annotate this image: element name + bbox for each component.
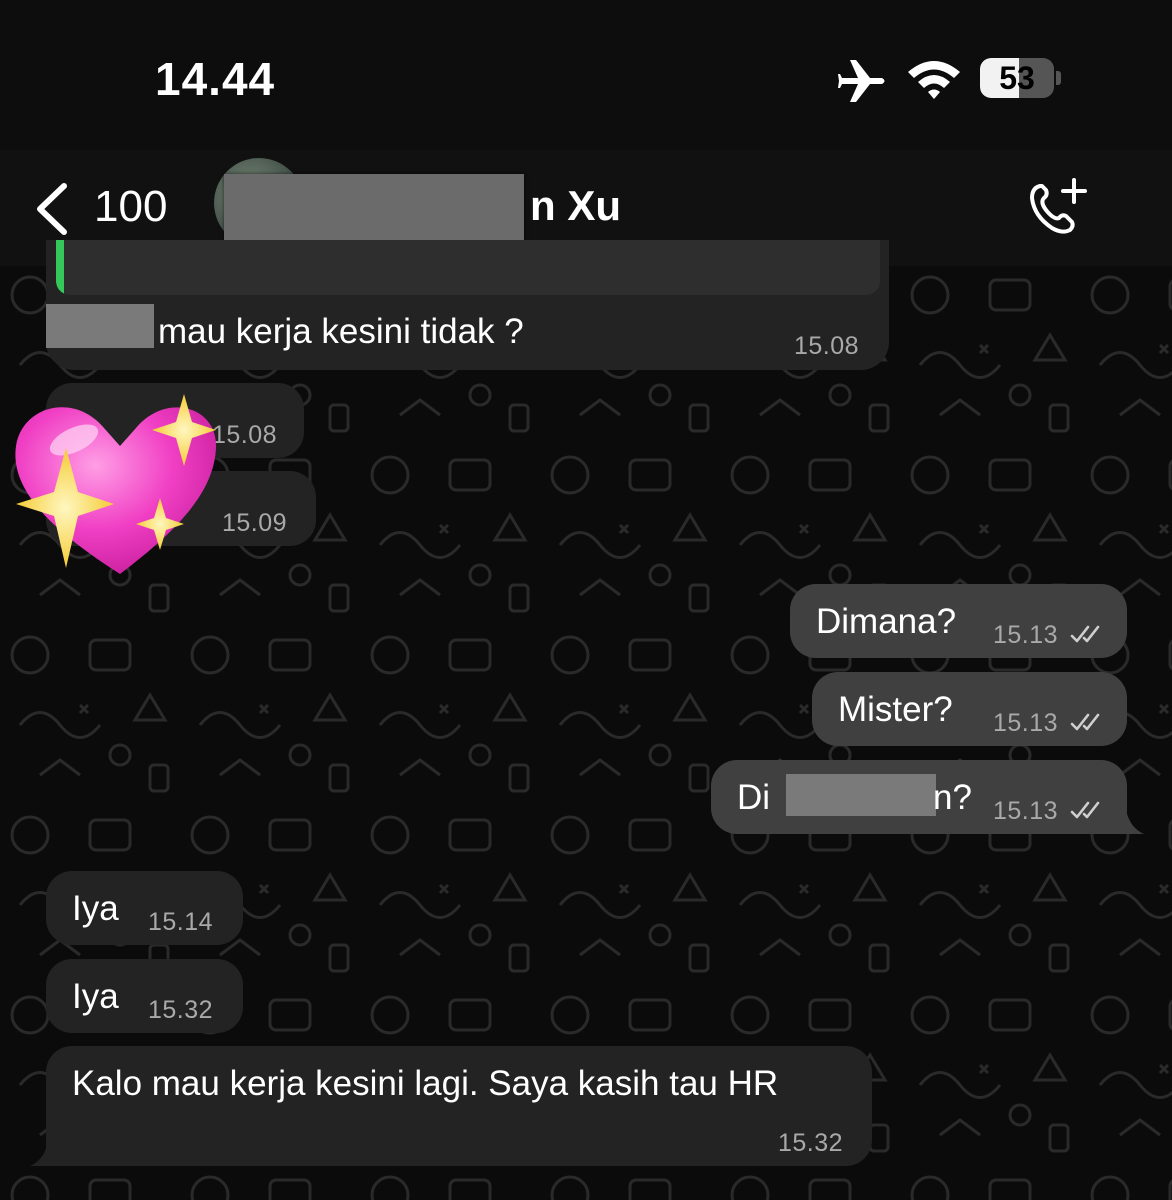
redaction-box <box>46 304 154 348</box>
chevron-left-icon[interactable] <box>30 182 72 236</box>
message-text: mau kerja kesini tidak ? <box>158 312 524 351</box>
back-unread-count[interactable]: 100 <box>94 182 167 232</box>
quoted-reply[interactable] <box>56 240 880 295</box>
status-time: 14.44 <box>155 53 276 105</box>
message-bubble-incoming[interactable]: mau kerja kesini tidak ? 15.08 <box>46 240 889 370</box>
wifi-icon <box>908 61 960 99</box>
airplane-icon <box>838 60 885 102</box>
message-bubble-outgoing[interactable]: Dimana? 15.13 <box>790 584 1127 658</box>
sparkling-heart-sticker[interactable] <box>8 388 224 584</box>
message-text: Mister? <box>838 690 953 729</box>
double-check-icon <box>1070 625 1100 643</box>
message-text: Kalo mau kerja kesini lagi. Saya kasih t… <box>72 1064 779 1103</box>
message-time: 15.08 <box>794 332 860 360</box>
message-bubble-outgoing[interactable]: Di n? 15.13 <box>711 760 1127 834</box>
double-check-icon <box>1070 713 1100 731</box>
message-bubble-incoming[interactable]: Kalo mau kerja kesini lagi. Saya kasih t… <box>46 1046 872 1166</box>
message-time: 15.09 <box>222 509 288 537</box>
message-bubble-incoming[interactable]: Iya 15.14 <box>46 871 243 945</box>
status-bar: 14.44 53 <box>0 0 1172 150</box>
message-text-suffix: n? <box>933 778 972 817</box>
message-text-prefix: Di <box>737 778 771 817</box>
message-text: Iya <box>72 977 119 1016</box>
double-check-icon <box>1070 801 1100 819</box>
message-time: 15.13 <box>993 797 1059 825</box>
quoted-reply-accent <box>56 240 64 295</box>
message-time: 15.32 <box>148 996 214 1024</box>
contact-name[interactable]: n Xu <box>530 182 621 230</box>
message-time: 15.13 <box>993 621 1059 649</box>
battery-level: 53 <box>999 60 1035 96</box>
message-text: Dimana? <box>816 602 957 641</box>
phone-plus-icon[interactable] <box>1026 176 1090 238</box>
bubble-tail <box>1118 810 1144 834</box>
message-bubble-outgoing[interactable]: Mister? 15.13 <box>812 672 1127 746</box>
message-time: 15.32 <box>778 1129 844 1157</box>
message-time: 15.14 <box>148 908 214 936</box>
message-text: Iya <box>72 889 119 928</box>
message-time: 15.13 <box>993 709 1059 737</box>
redaction-box <box>786 774 936 816</box>
message-bubble-incoming[interactable]: Iya 15.32 <box>46 959 243 1033</box>
battery-indicator: 53 <box>980 58 1061 98</box>
